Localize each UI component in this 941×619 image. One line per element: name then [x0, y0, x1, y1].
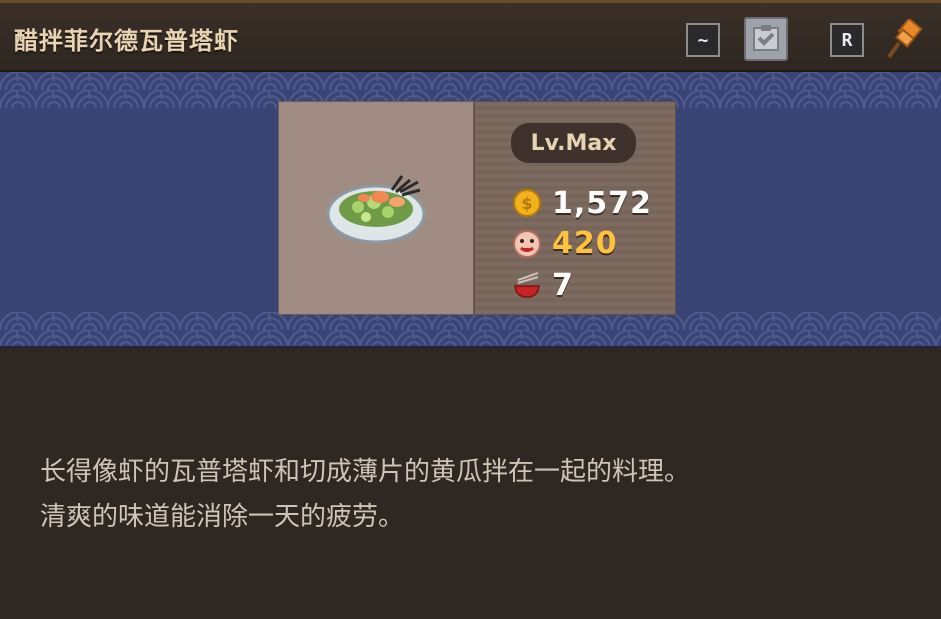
- taste-value: 420: [552, 226, 618, 261]
- level-badge: Lv.Max: [511, 123, 636, 163]
- page-title: 醋拌菲尔德瓦普塔虾: [14, 27, 239, 55]
- bowl-chopsticks-icon: [514, 272, 540, 298]
- wave-button[interactable]: ~: [686, 23, 720, 57]
- header-bar: 醋拌菲尔德瓦普塔虾 ~ R: [0, 0, 941, 72]
- wave-icon: ~: [697, 29, 709, 51]
- description-line-1: 长得像虾的瓦普塔虾和切成薄片的黄瓜拌在一起的料理。: [40, 457, 691, 487]
- coin-icon: $: [513, 189, 541, 217]
- track-toggle-button[interactable]: [744, 17, 788, 61]
- banner-edge: [0, 346, 941, 348]
- price-value: 1,572: [552, 186, 652, 221]
- taste-face-icon: [513, 230, 541, 258]
- wave-pattern-bottom: [0, 312, 941, 348]
- pin-icon[interactable]: [885, 19, 925, 61]
- check-clipboard-icon: [753, 25, 779, 51]
- count-value: 7: [552, 268, 574, 303]
- item-description: 长得像虾的瓦普塔虾和切成薄片的黄瓜拌在一起的料理。 清爽的味道能消除一天的疲劳。: [40, 450, 900, 540]
- description-line-2: 清爽的味道能消除一天的疲劳。: [40, 502, 405, 532]
- r-button[interactable]: R: [830, 23, 864, 57]
- cucumber-shrimp-salad-icon: [326, 175, 426, 244]
- svg-text:$: $: [521, 194, 532, 213]
- r-label: R: [841, 29, 853, 51]
